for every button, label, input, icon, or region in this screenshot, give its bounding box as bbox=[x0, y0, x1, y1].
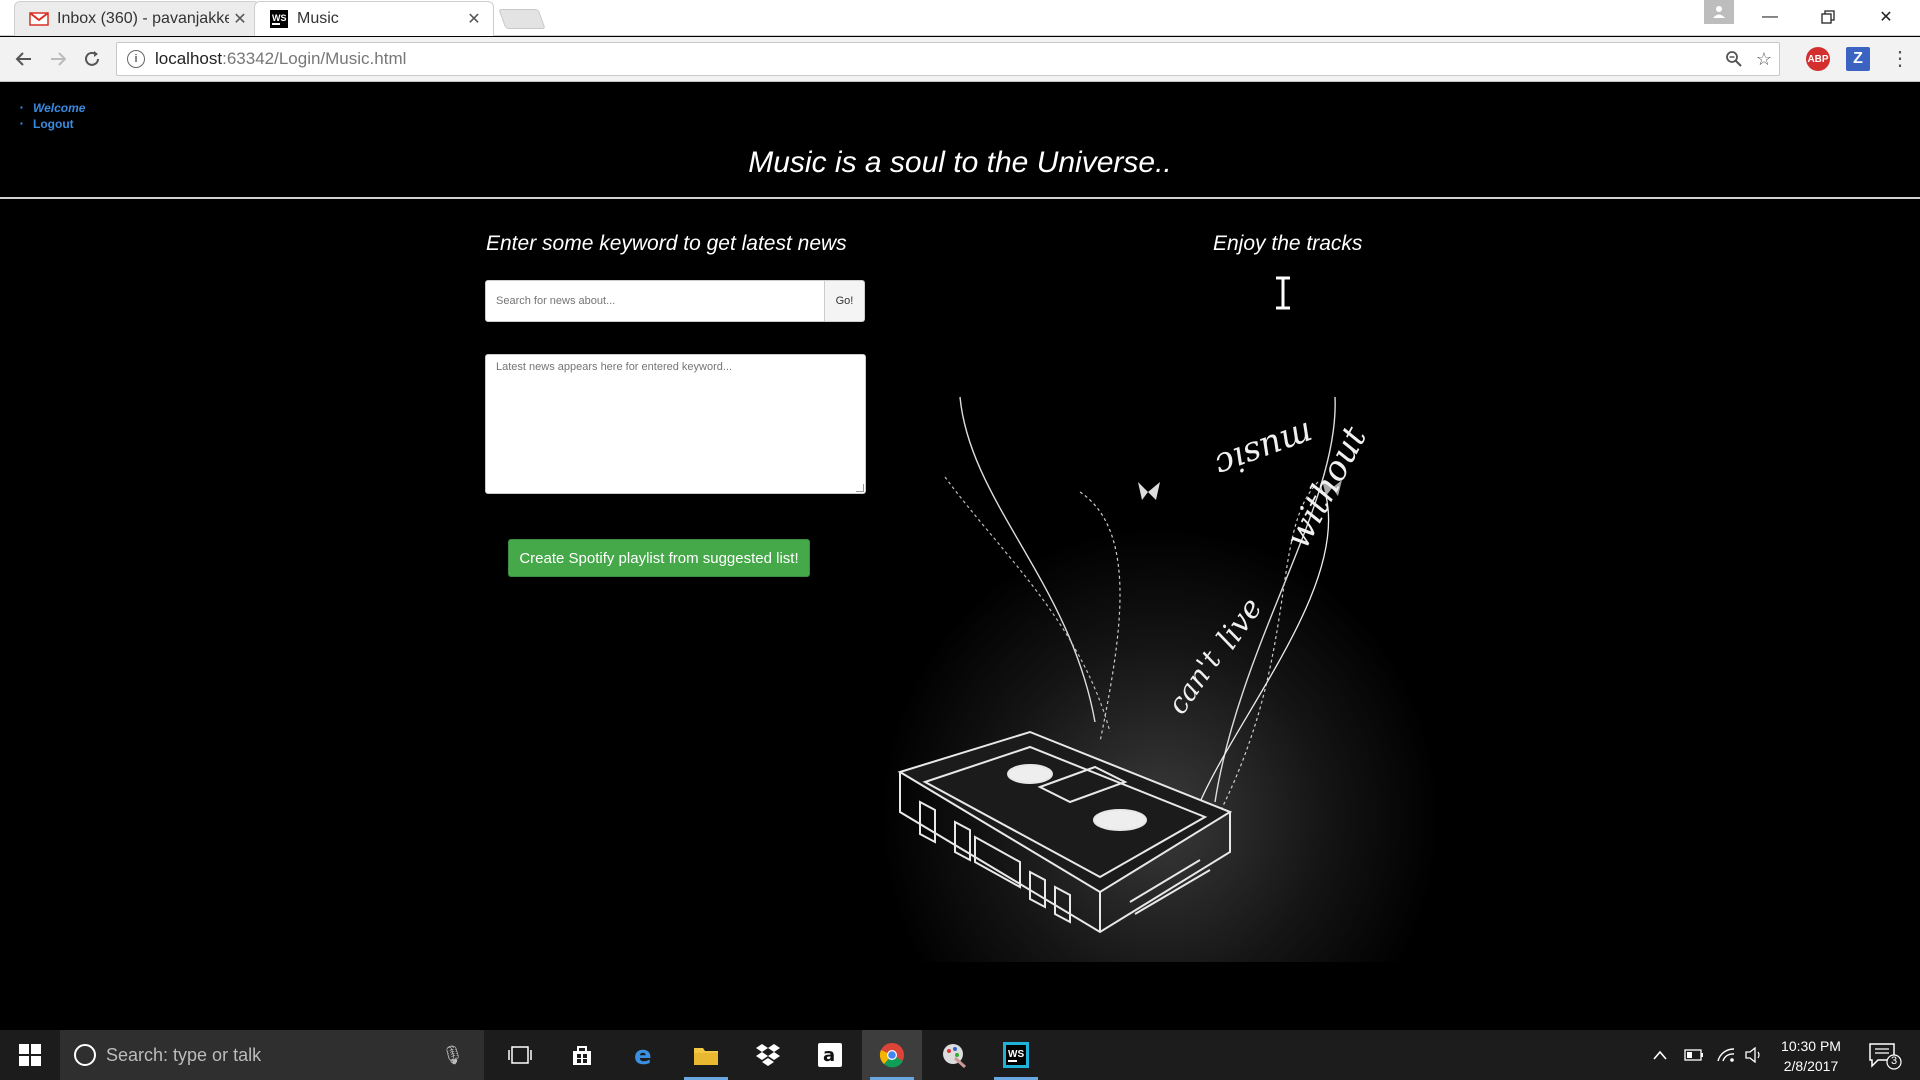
svg-text:e: e bbox=[634, 1042, 652, 1068]
battery-icon[interactable] bbox=[1684, 1030, 1704, 1080]
gmail-icon bbox=[29, 12, 49, 26]
page-content: Welcome Logout Music is a soul to the Un… bbox=[0, 82, 1920, 1030]
taskbar-search-placeholder: Search: type or talk bbox=[106, 1044, 262, 1065]
show-hidden-icons-button[interactable] bbox=[1652, 1030, 1668, 1080]
person-icon bbox=[1713, 6, 1725, 18]
reload-icon bbox=[85, 51, 99, 66]
chrome-icon[interactable] bbox=[862, 1030, 922, 1080]
webstorm-icon: WS bbox=[270, 10, 288, 28]
reload-button[interactable] bbox=[78, 45, 106, 73]
address-bar[interactable]: i localhost:63342/Login/Music.html ☆ bbox=[116, 42, 1780, 76]
create-spotify-playlist-button[interactable]: Create Spotify playlist from suggested l… bbox=[508, 539, 810, 577]
notification-icon bbox=[1869, 1043, 1902, 1070]
arrow-right-icon bbox=[51, 52, 67, 66]
nav-welcome-link[interactable]: Welcome bbox=[20, 100, 85, 116]
url-text: localhost:63342/Login/Music.html bbox=[155, 49, 407, 68]
minimize-button[interactable]: — bbox=[1742, 0, 1798, 34]
zotero-icon[interactable]: Z bbox=[1846, 47, 1870, 71]
adblock-icon[interactable]: ABP bbox=[1806, 47, 1830, 71]
store-icon[interactable] bbox=[552, 1030, 612, 1080]
notification-count: 3 bbox=[1890, 1055, 1898, 1067]
back-button[interactable] bbox=[10, 45, 38, 73]
wifi-icon[interactable] bbox=[1716, 1030, 1736, 1080]
webstorm-taskbar-icon[interactable]: WS bbox=[986, 1030, 1046, 1080]
amazon-icon[interactable]: a bbox=[800, 1030, 860, 1080]
page-title: Music is a soul to the Universe.. bbox=[748, 146, 1172, 179]
clock-time: 10:30 PM bbox=[1781, 1038, 1841, 1054]
close-window-button[interactable]: ✕ bbox=[1858, 0, 1914, 34]
textarea-resize-handle[interactable] bbox=[856, 484, 864, 492]
svg-text:WS: WS bbox=[272, 13, 287, 23]
info-icon[interactable]: i bbox=[127, 50, 145, 68]
start-button[interactable] bbox=[0, 1030, 60, 1080]
news-search-group: Go! bbox=[485, 280, 865, 322]
close-icon[interactable]: ✕ bbox=[229, 9, 251, 29]
clock-date: 2/8/2017 bbox=[1783, 1058, 1839, 1074]
volume-icon[interactable] bbox=[1744, 1030, 1764, 1080]
restore-icon bbox=[1821, 10, 1835, 24]
chevron-up-icon bbox=[1653, 1050, 1667, 1060]
star-icon[interactable]: ☆ bbox=[1749, 44, 1779, 74]
task-view-icon[interactable] bbox=[490, 1030, 550, 1080]
action-center-button[interactable]: 3 bbox=[1864, 1040, 1904, 1072]
tab-music[interactable]: WS Music ✕ bbox=[254, 1, 494, 36]
tab-inbox[interactable]: Inbox (360) - pavanjakke ✕ bbox=[14, 1, 260, 36]
nav-list: Welcome Logout bbox=[20, 100, 85, 132]
microphone-icon[interactable]: 🎙 bbox=[441, 1045, 464, 1066]
restore-button[interactable] bbox=[1800, 0, 1856, 34]
taskbar-clock[interactable]: 10:30 PM 2/8/2017 bbox=[1770, 1036, 1852, 1076]
file-explorer-icon[interactable] bbox=[676, 1030, 736, 1080]
go-button[interactable]: Go! bbox=[825, 280, 865, 322]
taskbar-search-box[interactable]: Search: type or talk 🎙 bbox=[60, 1030, 484, 1080]
windows-logo-icon bbox=[19, 1044, 41, 1066]
header-divider bbox=[0, 197, 1920, 199]
zoom-icon[interactable] bbox=[1719, 44, 1749, 74]
svg-text:WS: WS bbox=[1008, 1049, 1024, 1060]
news-search-input[interactable] bbox=[485, 280, 825, 322]
tab-title: Inbox (360) - pavanjakke bbox=[57, 10, 229, 27]
cassette-artwork: music without live can't bbox=[880, 382, 1440, 962]
paint-app-icon[interactable] bbox=[924, 1030, 984, 1080]
browser-tab-strip: Inbox (360) - pavanjakke ✕ WS Music ✕ — … bbox=[0, 0, 1920, 36]
nav-logout-link[interactable]: Logout bbox=[20, 116, 85, 132]
forward-button[interactable] bbox=[44, 45, 72, 73]
news-heading: Enter some keyword to get latest news bbox=[486, 232, 847, 255]
new-tab-button[interactable] bbox=[498, 9, 546, 29]
arrow-left-icon bbox=[15, 52, 31, 66]
profile-button[interactable] bbox=[1704, 0, 1734, 24]
tracks-heading: Enjoy the tracks bbox=[1213, 232, 1363, 255]
svg-text:a: a bbox=[823, 1045, 835, 1066]
menu-icon[interactable]: ⋮ bbox=[1890, 47, 1910, 71]
windows-taskbar: Search: type or talk 🎙 e a WS 10:30 PM 2… bbox=[0, 1030, 1920, 1080]
news-results-textarea[interactable] bbox=[485, 354, 866, 494]
browser-toolbar: i localhost:63342/Login/Music.html ☆ ABP… bbox=[0, 37, 1920, 82]
tab-title: Music bbox=[297, 10, 339, 27]
dropbox-icon[interactable] bbox=[738, 1030, 798, 1080]
text-cursor-icon bbox=[1276, 276, 1290, 310]
edge-browser-icon[interactable]: e bbox=[614, 1030, 674, 1080]
cortana-icon bbox=[74, 1044, 96, 1066]
close-icon[interactable]: ✕ bbox=[463, 9, 485, 29]
